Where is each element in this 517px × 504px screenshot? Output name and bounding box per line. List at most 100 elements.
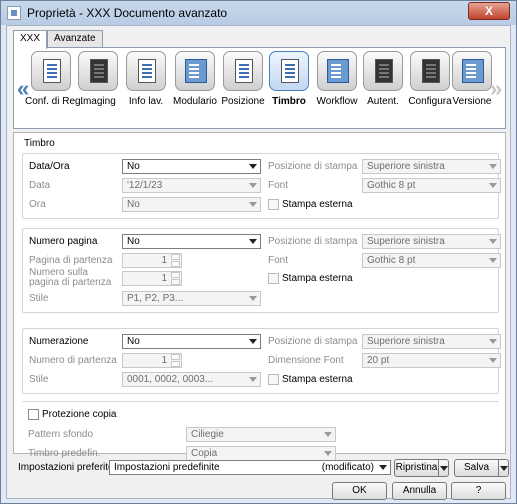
start-page-value: 1 [161, 255, 167, 266]
page-style-select[interactable]: P1, P2, P3... [122, 291, 261, 306]
pattern-select[interactable]: Ciliegie [186, 427, 336, 442]
info-icon [126, 51, 166, 91]
toolbar-item-imaging[interactable]: Imaging [72, 51, 124, 107]
start-page-number-label: Numero sulla pagina di partenza [29, 267, 112, 288]
chevron-down-icon [489, 239, 497, 244]
print-position-value: Superiore sinistra [367, 161, 445, 172]
window-title: Proprietà - XXX Documento avanzato [27, 6, 228, 20]
start-number-stepper[interactable]: 1 [122, 353, 182, 368]
toolbar-item-label: Autent. [367, 96, 399, 107]
spin-up-icon[interactable] [171, 254, 180, 260]
toolbar-item-modulario[interactable]: Modulario [169, 51, 221, 107]
save-menu-icon[interactable] [498, 460, 508, 476]
page-number-group: Numero pagina No Pagina di partenza 1 Nu… [22, 228, 501, 313]
pattern-value: Ciliegie [191, 429, 224, 440]
help-button[interactable]: ? [451, 482, 506, 500]
feature-toolbar: « » Conf. di Reg. Imaging Info lav. Modu… [13, 47, 506, 129]
external-print-label: Stampa esterna [282, 374, 353, 385]
start-number-value: 1 [161, 355, 167, 366]
tab-xxx[interactable]: XXX [13, 30, 48, 49]
ok-button[interactable]: OK [332, 482, 387, 500]
form-icon [175, 51, 215, 91]
spin-up-icon[interactable] [171, 354, 180, 360]
font-value: Gothic 8 pt [367, 255, 416, 266]
toolbar-item-label: Modulario [173, 96, 217, 107]
chevron-down-icon [249, 239, 257, 244]
favorites-select[interactable]: Impostazioni predefinite (modificato) [109, 460, 391, 475]
chevron-down-icon [249, 202, 257, 207]
page-style-label: Stile [29, 293, 49, 304]
chevron-down-icon [249, 183, 257, 188]
font-size-select[interactable]: 20 pt [362, 353, 501, 368]
page-number-label: Numero pagina [29, 236, 98, 247]
toolbar-item-conf-reg[interactable]: Conf. di Reg. [25, 51, 84, 107]
font-label: Font [268, 255, 289, 266]
restore-menu-icon[interactable] [438, 460, 448, 476]
print-position-value: Superiore sinistra [367, 236, 445, 247]
number-style-value: 0001, 0002, 0003... [127, 374, 214, 385]
toolbar-item-versione[interactable]: Versione [446, 51, 498, 107]
chevron-down-icon [489, 339, 497, 344]
modified-indicator: (modificato) [321, 462, 374, 473]
toolbar-item-autent[interactable]: Autent. [357, 51, 409, 107]
restore-button[interactable]: Ripristina [394, 459, 449, 477]
toolbar-item-label: Conf. di Reg. [25, 96, 84, 107]
time-select[interactable]: No [122, 197, 261, 212]
start-page-label: Pagina di partenza [29, 255, 113, 266]
cancel-button[interactable]: Annulla [392, 482, 447, 500]
chevron-down-icon [249, 164, 257, 169]
external-print-label: Stampa esterna [282, 199, 353, 210]
numbering-group: Numerazione No Numero di partenza 1 Stil… [22, 328, 501, 394]
external-print-checkbox[interactable] [268, 199, 279, 210]
number-style-select[interactable]: 0001, 0002, 0003... [122, 372, 261, 387]
date-label: Data [29, 180, 51, 191]
favorites-label: Impostazioni preferite [18, 462, 114, 473]
copy-protection-checkbox[interactable] [28, 409, 39, 420]
settings-doc-icon [31, 51, 71, 91]
save-button[interactable]: Salva [454, 459, 509, 477]
print-position-select[interactable]: Superiore sinistra [362, 159, 501, 174]
copy-protection-label: Protezione copia [42, 409, 117, 420]
toolbar-item-timbro[interactable]: Timbro [263, 51, 315, 107]
numbering-select[interactable]: No [122, 334, 261, 349]
external-print-label: Stampa esterna [282, 273, 353, 284]
external-print-checkbox[interactable] [268, 273, 279, 284]
pattern-label: Pattern sfondo [28, 429, 94, 440]
date-time-label: Data/Ora [29, 161, 70, 172]
position-icon [223, 51, 263, 91]
toolbar-item-label: Versione [452, 96, 492, 107]
toolbar-item-info[interactable]: Info lav. [120, 51, 172, 107]
start-page-stepper[interactable]: 1 [122, 253, 182, 268]
section-title: Timbro [24, 138, 55, 149]
print-position-select[interactable]: Superiore sinistra [362, 234, 501, 249]
dialog-client: XXX Avanzate « » Conf. di Reg. Imaging I… [6, 25, 511, 500]
toolbar-item-workflow[interactable]: Workflow [311, 51, 363, 107]
chevron-down-icon [489, 183, 497, 188]
start-number-label: Numero di partenza [29, 355, 117, 366]
toolbar-item-label: Posizione [221, 96, 265, 107]
print-position-value: Superiore sinistra [367, 336, 445, 347]
font-select[interactable]: Gothic 8 pt [362, 253, 501, 268]
spin-down-icon[interactable] [171, 261, 180, 267]
start-page-number-value: 1 [161, 273, 167, 284]
spin-up-icon[interactable] [171, 272, 180, 278]
tab-avanzate[interactable]: Avanzate [47, 30, 103, 48]
page-number-select[interactable]: No [122, 234, 261, 249]
start-page-number-stepper[interactable]: 1 [122, 271, 182, 286]
date-time-select[interactable]: No [122, 159, 261, 174]
close-button[interactable]: X [468, 2, 510, 20]
numbering-value: No [127, 336, 140, 347]
chevron-down-icon [249, 377, 257, 382]
imaging-icon [78, 51, 118, 91]
spin-down-icon[interactable] [171, 361, 180, 367]
number-style-label: Stile [29, 374, 49, 385]
print-position-select[interactable]: Superiore sinistra [362, 334, 501, 349]
external-print-checkbox[interactable] [268, 374, 279, 385]
spin-down-icon[interactable] [171, 279, 180, 285]
date-select[interactable]: '12/1/23 [122, 178, 261, 193]
save-label: Salva [463, 462, 489, 473]
stamp-panel: Timbro Data/Ora No Data '12/1/23 Ora No … [13, 132, 506, 461]
toolbar-item-posizione[interactable]: Posizione [217, 51, 269, 107]
font-select[interactable]: Gothic 8 pt [362, 178, 501, 193]
date-value: '12/1/23 [127, 180, 163, 191]
